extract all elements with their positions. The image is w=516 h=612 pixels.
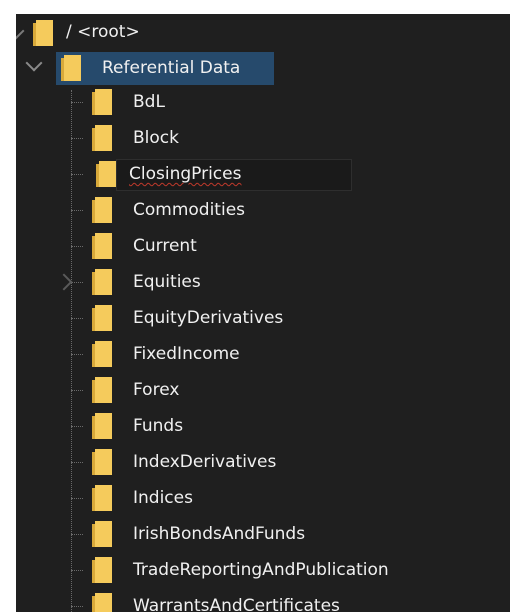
folder-icon bbox=[92, 197, 112, 223]
tree-node-label: TradeReportingAndPublication bbox=[133, 559, 389, 580]
chevron-down-icon[interactable] bbox=[16, 22, 25, 40]
tree-guide-branch bbox=[71, 534, 83, 535]
folder-icon bbox=[92, 485, 112, 511]
tree-node-folder[interactable]: Equities bbox=[133, 266, 201, 298]
folder-icon bbox=[92, 341, 112, 367]
chevron-right-icon[interactable] bbox=[55, 273, 73, 291]
tree-node-label: Funds bbox=[133, 415, 184, 436]
tree-node-label: Indices bbox=[133, 487, 193, 508]
tree-node-label: IndexDerivatives bbox=[133, 451, 277, 472]
tree-node-label: IrishBondsAndFunds bbox=[133, 523, 306, 544]
folder-icon bbox=[61, 55, 81, 81]
folder-icon bbox=[92, 305, 112, 331]
tree-node-label[interactable]: ClosingPrices bbox=[129, 166, 241, 183]
folder-icon bbox=[92, 449, 112, 475]
folder-icon bbox=[33, 20, 53, 46]
chevron-down-icon[interactable] bbox=[25, 54, 43, 72]
tree-guide-branch bbox=[71, 174, 83, 175]
tree-node-folder[interactable]: Indices bbox=[133, 482, 193, 514]
tree-node-folder[interactable]: FixedIncome bbox=[133, 338, 240, 370]
tree-node-folder[interactable]: IndexDerivatives bbox=[133, 446, 276, 478]
folder-icon bbox=[92, 377, 112, 403]
tree-guide-branch bbox=[71, 606, 83, 607]
tree-node-folder[interactable]: EquityDerivatives bbox=[133, 302, 283, 334]
tree-node-folder[interactable]: Funds bbox=[133, 410, 183, 442]
tree-guide-branch bbox=[71, 462, 83, 463]
folder-tree-panel: / <root> Referential Data BdL Block Closin… bbox=[16, 14, 510, 612]
folder-icon bbox=[96, 161, 116, 187]
tree-guide-branch bbox=[71, 426, 83, 427]
tree-node-folder[interactable]: Block bbox=[133, 122, 179, 154]
tree-node-folder[interactable]: WarrantsAndCertificates bbox=[133, 590, 340, 612]
tree-node-label: FixedIncome bbox=[133, 343, 240, 364]
tree-node-label: Referential Data bbox=[102, 57, 241, 78]
tree-node-label: Equities bbox=[133, 271, 201, 292]
folder-icon bbox=[92, 593, 112, 612]
tree-node-folder[interactable]: Commodities bbox=[133, 194, 245, 226]
tree-node-referential-data[interactable]: Referential Data bbox=[102, 52, 240, 84]
tree-guide-branch bbox=[71, 354, 83, 355]
tree-node-label: Current bbox=[133, 235, 197, 256]
tree-node-label: WarrantsAndCertificates bbox=[133, 595, 340, 612]
folder-icon bbox=[92, 89, 112, 115]
tree-node-folder[interactable]: IrishBondsAndFunds bbox=[133, 518, 305, 550]
tree-node-label: Block bbox=[133, 127, 179, 148]
tree-node-label: EquityDerivatives bbox=[133, 307, 284, 328]
tree-guide-branch bbox=[71, 570, 83, 571]
tree-guide-branch bbox=[71, 210, 83, 211]
tree-guide-branch bbox=[71, 102, 83, 103]
folder-icon bbox=[92, 521, 112, 547]
folder-icon bbox=[92, 269, 112, 295]
tree-node-label: Forex bbox=[133, 379, 180, 400]
tree-node-label: Commodities bbox=[133, 199, 246, 220]
tree-guide-branch bbox=[71, 138, 83, 139]
folder-icon bbox=[92, 557, 112, 583]
tree-node-root[interactable]: / <root> bbox=[66, 16, 140, 48]
tree-node-folder[interactable]: TradeReportingAndPublication bbox=[133, 554, 389, 586]
tree-node-label: / <root> bbox=[66, 21, 140, 42]
tree-guide-branch bbox=[71, 390, 83, 391]
tree-node-folder[interactable]: BdL bbox=[133, 86, 165, 118]
tree-node-label: BdL bbox=[133, 91, 165, 112]
folder-icon bbox=[92, 413, 112, 439]
tree-node-folder[interactable]: Forex bbox=[133, 374, 179, 406]
tree-guide-branch bbox=[71, 246, 83, 247]
tree-guide-branch bbox=[71, 282, 83, 283]
folder-icon bbox=[92, 125, 112, 151]
folder-icon bbox=[92, 233, 112, 259]
tree-node-folder[interactable]: Current bbox=[133, 230, 197, 262]
rename-input[interactable]: ClosingPrices bbox=[116, 159, 352, 191]
tree-guide-branch bbox=[71, 318, 83, 319]
tree-guide-branch bbox=[71, 498, 83, 499]
